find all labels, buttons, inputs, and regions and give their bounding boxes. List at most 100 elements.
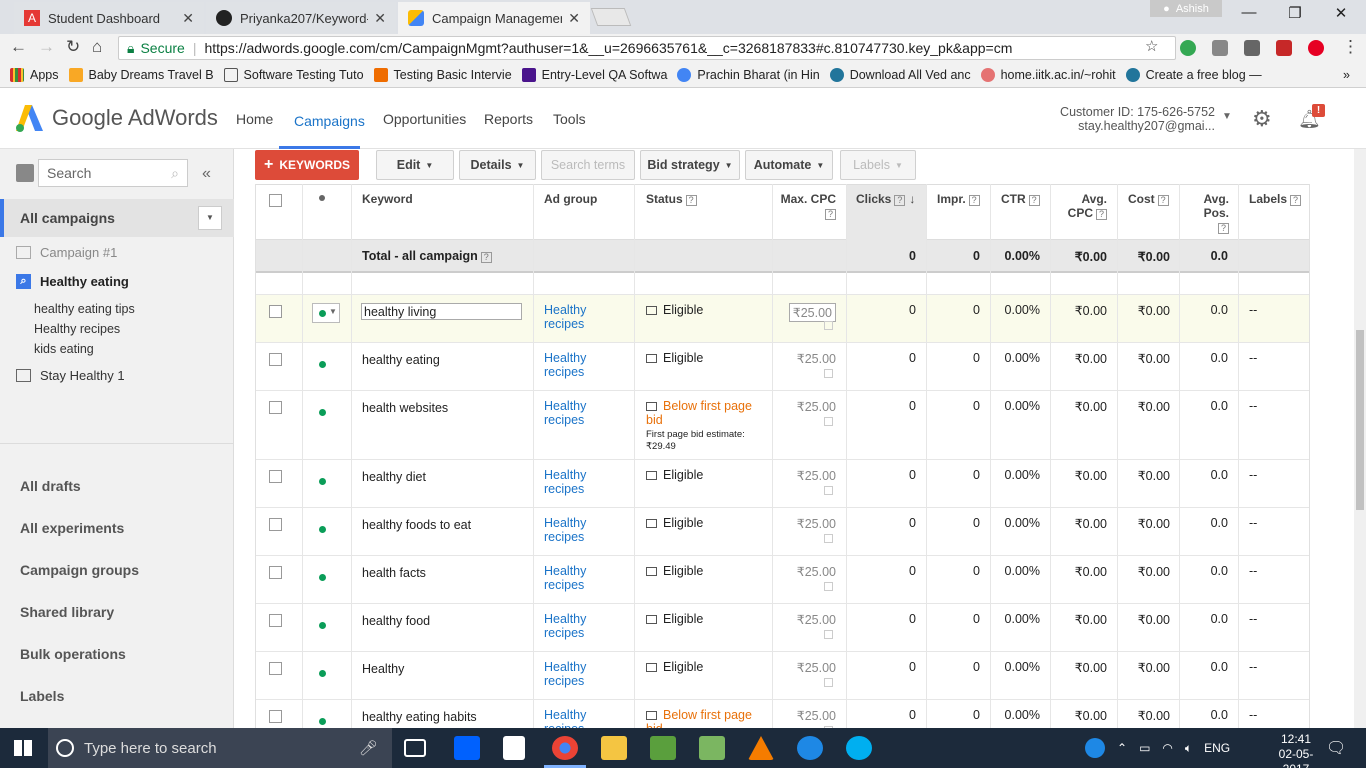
help-icon[interactable]: ? — [1157, 195, 1169, 206]
forward-icon[interactable]: → — [38, 37, 55, 57]
task-view-icon[interactable] — [404, 739, 426, 757]
bid-adjust-icon[interactable] — [824, 417, 833, 426]
pinterest-icon[interactable] — [1308, 40, 1324, 56]
nav-opportunities[interactable]: Opportunities — [383, 111, 466, 127]
row-checkbox[interactable] — [269, 401, 282, 414]
star-icon[interactable]: ☆ — [1145, 37, 1158, 55]
enabled-dot-icon[interactable] — [319, 670, 326, 677]
folder-icon[interactable] — [16, 164, 34, 182]
sidebar-adgroup[interactable]: Healthy recipes — [34, 322, 120, 336]
sidebar-campaign-1[interactable]: Campaign #1 — [16, 245, 117, 260]
close-icon[interactable]: ✕ — [568, 10, 580, 27]
help-icon[interactable]: ? — [1028, 195, 1040, 206]
details-button[interactable]: Details ▼ — [459, 150, 536, 180]
ad-group-link[interactable]: Healthy recipes — [544, 468, 604, 496]
all-campaigns-item[interactable]: All campaigns ▼ — [0, 199, 234, 237]
max-cpc-value[interactable]: ₹25.00 — [797, 708, 836, 723]
sidebar-nav-labels[interactable]: Labels — [20, 688, 64, 704]
bookmarks-more-button[interactable]: » — [1343, 68, 1350, 82]
header-keyword[interactable]: Keyword — [362, 192, 413, 206]
clock[interactable]: 12:41 02-05-2017 — [1272, 732, 1320, 777]
sidebar-nav-campaign-groups[interactable]: Campaign groups — [20, 562, 139, 578]
new-tab-button[interactable] — [590, 8, 632, 26]
header-status[interactable]: Status? — [646, 192, 697, 206]
language-indicator[interactable]: ENG — [1204, 741, 1230, 755]
header-max-cpc[interactable]: Max. CPC? — [776, 192, 836, 220]
status-dropdown[interactable]: ▼ — [312, 303, 340, 323]
action-center-icon[interactable]: 🗨︎ — [1326, 738, 1346, 758]
keyword-cell[interactable]: Healthy — [362, 662, 404, 676]
keyword-cell[interactable]: health websites — [362, 401, 448, 415]
url-bar[interactable]: 🔒︎ Secure | https://adwords.google.com/c… — [118, 36, 1176, 60]
sidebar-nav-all-drafts[interactable]: All drafts — [20, 478, 81, 494]
reload-icon[interactable]: ↻ — [66, 37, 80, 57]
bid-strategy-button[interactable]: Bid strategy ▼ — [640, 150, 740, 180]
ad-group-link[interactable]: Healthy recipes — [544, 612, 604, 640]
skype-icon[interactable] — [846, 736, 872, 760]
nav-home[interactable]: Home — [236, 111, 273, 127]
scrollbar-thumb[interactable] — [1356, 330, 1364, 510]
header-ctr[interactable]: CTR? — [1001, 192, 1040, 206]
bookmark-item[interactable]: home.iitk.ac.in/~rohit — [980, 67, 1116, 82]
dropdown-arrow-icon[interactable]: ▼ — [198, 206, 222, 230]
speech-bubble-icon[interactable] — [646, 306, 657, 315]
bookmark-item[interactable]: Testing Basic Intervie — [373, 67, 512, 82]
volume-muted-icon[interactable]: 🔈︎ — [1185, 741, 1192, 756]
max-cpc-value[interactable]: ₹25.00 — [797, 399, 836, 414]
extension-icon[interactable] — [1212, 40, 1228, 56]
enabled-dot-icon[interactable] — [319, 526, 326, 533]
tab-student-dashboard[interactable]: A Student Dashboard ✕ — [14, 2, 204, 34]
help-icon[interactable]: ? — [1290, 195, 1302, 206]
automate-button[interactable]: Automate ▼ — [745, 150, 833, 180]
row-checkbox[interactable] — [269, 353, 282, 366]
bid-adjust-icon[interactable] — [824, 369, 833, 378]
bid-adjust-icon[interactable] — [824, 630, 833, 639]
table-row[interactable]: healthy food Healthy recipes Eligible ₹2… — [256, 604, 1309, 652]
header-cost[interactable]: Cost? — [1128, 192, 1169, 206]
select-all-checkbox[interactable] — [269, 194, 282, 207]
header-avg-cpc[interactable]: Avg. CPC? — [1061, 192, 1107, 220]
ad-group-link[interactable]: Healthy recipes — [544, 660, 604, 688]
table-row[interactable]: healthy diet Healthy recipes Eligible ₹2… — [256, 460, 1309, 508]
keyword-cell[interactable]: health facts — [362, 566, 426, 580]
speech-bubble-icon[interactable] — [646, 567, 657, 576]
header-labels[interactable]: Labels? — [1249, 192, 1302, 206]
tab-github[interactable]: Priyanka207/Keyword-lis ✕ — [206, 2, 396, 34]
row-checkbox[interactable] — [269, 614, 282, 627]
help-icon[interactable]: ? — [1218, 223, 1229, 234]
enabled-dot-icon[interactable] — [319, 409, 326, 416]
max-cpc-value[interactable]: ₹25.00 — [797, 516, 836, 531]
bid-adjust-icon[interactable] — [824, 678, 833, 687]
table-row[interactable]: health websites Healthy recipes Below fi… — [256, 391, 1309, 460]
sidebar-search-input[interactable]: Search ⌕ — [38, 159, 188, 187]
ad-group-link[interactable]: Healthy recipes — [544, 399, 604, 427]
sidebar-campaign-healthy-eating[interactable]: ⌕ Healthy eating — [16, 274, 129, 289]
help-icon[interactable]: ? — [825, 209, 836, 220]
ad-group-link[interactable]: Healthy recipes — [544, 516, 604, 544]
extension-icon[interactable] — [1180, 40, 1196, 56]
home-icon[interactable]: ⌂ — [92, 37, 102, 57]
bid-adjust-icon[interactable] — [824, 321, 833, 330]
sidebar-adgroup[interactable]: healthy eating tips — [34, 302, 135, 316]
windows-start-icon[interactable] — [14, 740, 32, 756]
row-checkbox[interactable] — [269, 662, 282, 675]
nav-tools[interactable]: Tools — [553, 111, 586, 127]
max-cpc-value[interactable]: ₹25.00 — [797, 660, 836, 675]
ad-group-link[interactable]: Healthy recipes — [544, 303, 604, 331]
profile-button[interactable]: ● Ashish — [1150, 0, 1222, 17]
table-row[interactable]: health facts Healthy recipes Eligible ₹2… — [256, 556, 1309, 604]
enabled-dot-icon[interactable] — [319, 718, 326, 725]
table-row[interactable]: ▼ healthy living Healthy recipes Eligibl… — [256, 295, 1309, 343]
nav-reports[interactable]: Reports — [484, 111, 533, 127]
keyword-cell[interactable]: healthy food — [362, 614, 430, 628]
back-icon[interactable]: ← — [10, 37, 27, 57]
bookmark-item[interactable]: Software Testing Tuto — [223, 67, 364, 82]
sidebar-adgroup[interactable]: kids eating — [34, 342, 94, 356]
speech-bubble-icon[interactable] — [646, 354, 657, 363]
labels-button[interactable]: Labels ▼ — [840, 150, 916, 180]
help-icon[interactable]: ? — [968, 195, 980, 206]
header-avg-pos[interactable]: Avg. Pos.? — [1191, 192, 1229, 234]
enabled-dot-icon[interactable] — [319, 478, 326, 485]
microphone-icon[interactable]: 🎤︎ — [359, 739, 378, 757]
account-switcher[interactable]: Customer ID: 175-626-5752 stay.healthy20… — [1020, 105, 1215, 133]
